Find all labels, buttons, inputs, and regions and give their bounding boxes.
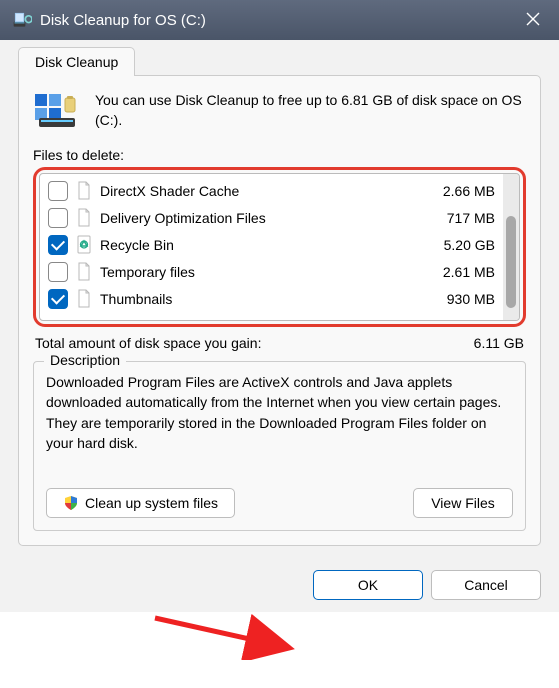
list-item-size: 2.61 MB: [443, 264, 495, 280]
file-icon: [76, 181, 92, 201]
list-item-label: DirectX Shader Cache: [100, 183, 435, 199]
list-item-label: Thumbnails: [100, 291, 439, 307]
dialog-footer: OK Cancel: [0, 558, 559, 612]
checkbox[interactable]: [48, 208, 68, 228]
tab-panel: You can use Disk Cleanup to free up to 6…: [18, 75, 541, 546]
file-icon: [76, 289, 92, 309]
checkbox[interactable]: [48, 235, 68, 255]
list-item[interactable]: Temporary files 2.61 MB: [42, 258, 501, 285]
list-item[interactable]: Delivery Optimization Files 717 MB: [42, 204, 501, 231]
tab-strip: Disk Cleanup: [18, 46, 541, 75]
list-item-size: 5.20 GB: [444, 237, 495, 253]
view-files-button[interactable]: View Files: [413, 488, 513, 518]
titlebar: Disk Cleanup for OS (C:): [0, 0, 559, 40]
ok-label: OK: [358, 577, 378, 593]
list-item-size: 930 MB: [447, 291, 495, 307]
tab-disk-cleanup[interactable]: Disk Cleanup: [18, 47, 135, 76]
total-size: 6.11 GB: [474, 335, 524, 351]
list-item[interactable]: DirectX Shader Cache 2.66 MB: [42, 177, 501, 204]
window-title: Disk Cleanup for OS (C:): [40, 12, 519, 29]
list-item[interactable]: Thumbnails 930 MB: [42, 285, 501, 312]
list-item-size: 717 MB: [447, 210, 495, 226]
ok-button[interactable]: OK: [313, 570, 423, 600]
scrollbar[interactable]: [503, 174, 519, 320]
files-to-delete-label: Files to delete:: [33, 147, 526, 163]
description-group: Description Downloaded Program Files are…: [33, 361, 526, 531]
total-label: Total amount of disk space you gain:: [35, 335, 261, 351]
clean-system-files-label: Clean up system files: [85, 495, 218, 511]
recycle-bin-icon: [76, 235, 92, 255]
list-item-label: Delivery Optimization Files: [100, 210, 439, 226]
description-legend: Description: [44, 352, 126, 368]
scrollbar-thumb[interactable]: [506, 216, 516, 308]
list-item-label: Temporary files: [100, 264, 435, 280]
description-text: Downloaded Program Files are ActiveX con…: [46, 372, 513, 482]
file-icon: [76, 208, 92, 228]
shield-icon: [63, 495, 79, 511]
cancel-label: Cancel: [464, 577, 508, 593]
close-icon[interactable]: [519, 9, 547, 31]
clean-system-files-button[interactable]: Clean up system files: [46, 488, 235, 518]
files-list[interactable]: DirectX Shader Cache2.66 MBDelivery Opti…: [39, 173, 520, 321]
view-files-label: View Files: [431, 495, 495, 511]
intro-text: You can use Disk Cleanup to free up to 6…: [95, 90, 526, 131]
list-item[interactable]: Recycle Bin 5.20 GB: [42, 231, 501, 258]
checkbox[interactable]: [48, 289, 68, 309]
file-icon: [76, 262, 92, 282]
disk-cleanup-large-icon: [33, 90, 81, 133]
checkbox[interactable]: [48, 262, 68, 282]
list-item-label: Recycle Bin: [100, 237, 436, 253]
disk-cleanup-icon: [12, 10, 32, 30]
files-list-highlight: DirectX Shader Cache2.66 MBDelivery Opti…: [33, 167, 526, 327]
list-item-size: 2.66 MB: [443, 183, 495, 199]
annotation-arrow: [150, 610, 310, 660]
checkbox[interactable]: [48, 181, 68, 201]
cancel-button[interactable]: Cancel: [431, 570, 541, 600]
